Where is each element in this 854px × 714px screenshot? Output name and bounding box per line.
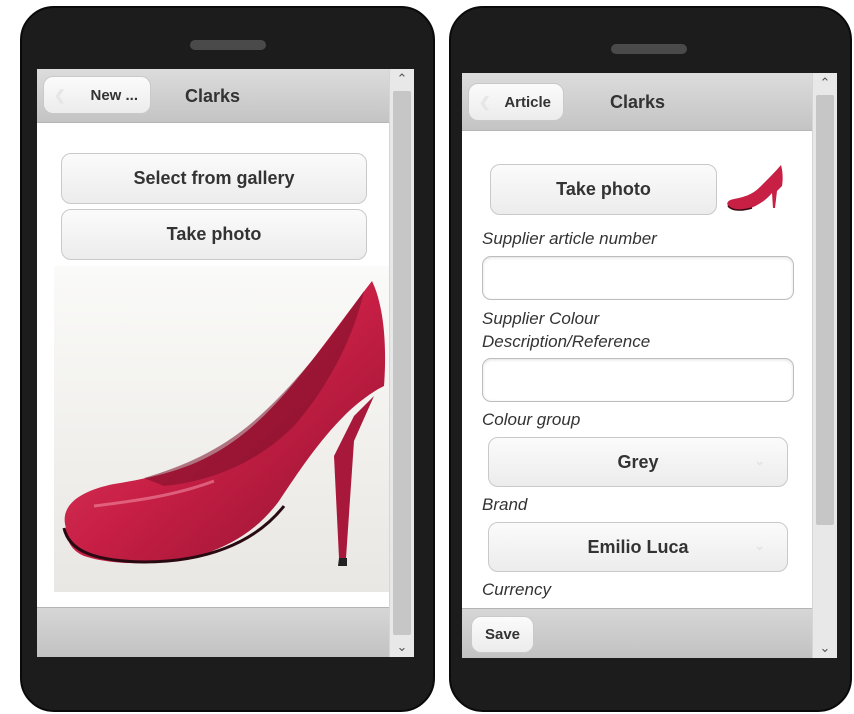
brand-value: Emilio Luca xyxy=(587,536,689,557)
supplier-colour-label-line1: Supplier Colour xyxy=(482,309,600,328)
scroll-up-arrow-icon[interactable]: ⌃ xyxy=(390,69,414,89)
screen-article-form: ❮ Article Clarks Take photo Supplier art… xyxy=(462,73,837,658)
page-title: Clarks xyxy=(610,92,666,112)
supplier-article-number-label: Supplier article number xyxy=(482,229,657,248)
page-title: Clarks xyxy=(185,86,241,106)
scroll-thumb[interactable] xyxy=(816,95,834,525)
header-bar: ❮ New ... Clarks xyxy=(37,69,389,123)
supplier-colour-label-line2: Description/Reference xyxy=(482,332,651,351)
select-from-gallery-button[interactable]: Select from gallery xyxy=(61,153,367,204)
colour-group-value: Grey xyxy=(617,451,659,472)
brand-select[interactable]: Emilio Luca ⌄ xyxy=(488,522,788,572)
supplier-article-number-input[interactable] xyxy=(482,256,794,300)
shoe-thumbnail xyxy=(727,165,783,211)
back-button[interactable]: ❮ New ... xyxy=(43,76,151,114)
scrollbar[interactable]: ⌃ ⌄ xyxy=(812,73,837,658)
screen-photo: ❮ New ... Clarks Select from gallery Tak… xyxy=(37,69,414,657)
scroll-down-arrow-icon[interactable]: ⌄ xyxy=(813,638,837,658)
shoe-photo xyxy=(54,266,389,592)
chevron-down-icon: ⌄ xyxy=(754,538,765,553)
phone-right: ❮ Article Clarks Take photo Supplier art… xyxy=(449,6,852,712)
take-photo-button[interactable]: Take photo xyxy=(61,209,367,260)
supplier-colour-input[interactable] xyxy=(482,358,794,402)
red-high-heel-shoe-image xyxy=(54,266,389,592)
currency-label: Currency xyxy=(482,580,551,599)
colour-group-label: Colour group xyxy=(482,410,581,429)
chevron-left-icon: ❮ xyxy=(54,87,66,103)
footer-bar xyxy=(37,607,389,657)
scroll-thumb[interactable] xyxy=(393,91,411,635)
back-button-label: Article xyxy=(504,93,551,111)
chevron-down-icon: ⌄ xyxy=(754,453,765,468)
phone-speaker xyxy=(190,40,266,50)
scroll-up-arrow-icon[interactable]: ⌃ xyxy=(813,73,837,93)
back-button-label: New ... xyxy=(90,86,138,104)
brand-label: Brand xyxy=(482,495,528,514)
phone-left: ❮ New ... Clarks Select from gallery Tak… xyxy=(20,6,435,712)
footer-bar: Save xyxy=(462,608,812,658)
back-button[interactable]: ❮ Article xyxy=(468,83,564,121)
phone-speaker xyxy=(611,44,687,54)
chevron-left-icon: ❮ xyxy=(479,94,491,110)
scrollbar[interactable]: ⌃ ⌄ xyxy=(389,69,414,657)
save-button[interactable]: Save xyxy=(471,616,534,653)
header-bar: ❮ Article Clarks xyxy=(462,73,812,131)
scroll-down-arrow-icon[interactable]: ⌄ xyxy=(390,637,414,657)
colour-group-select[interactable]: Grey ⌄ xyxy=(488,437,788,487)
take-photo-button[interactable]: Take photo xyxy=(490,164,717,215)
